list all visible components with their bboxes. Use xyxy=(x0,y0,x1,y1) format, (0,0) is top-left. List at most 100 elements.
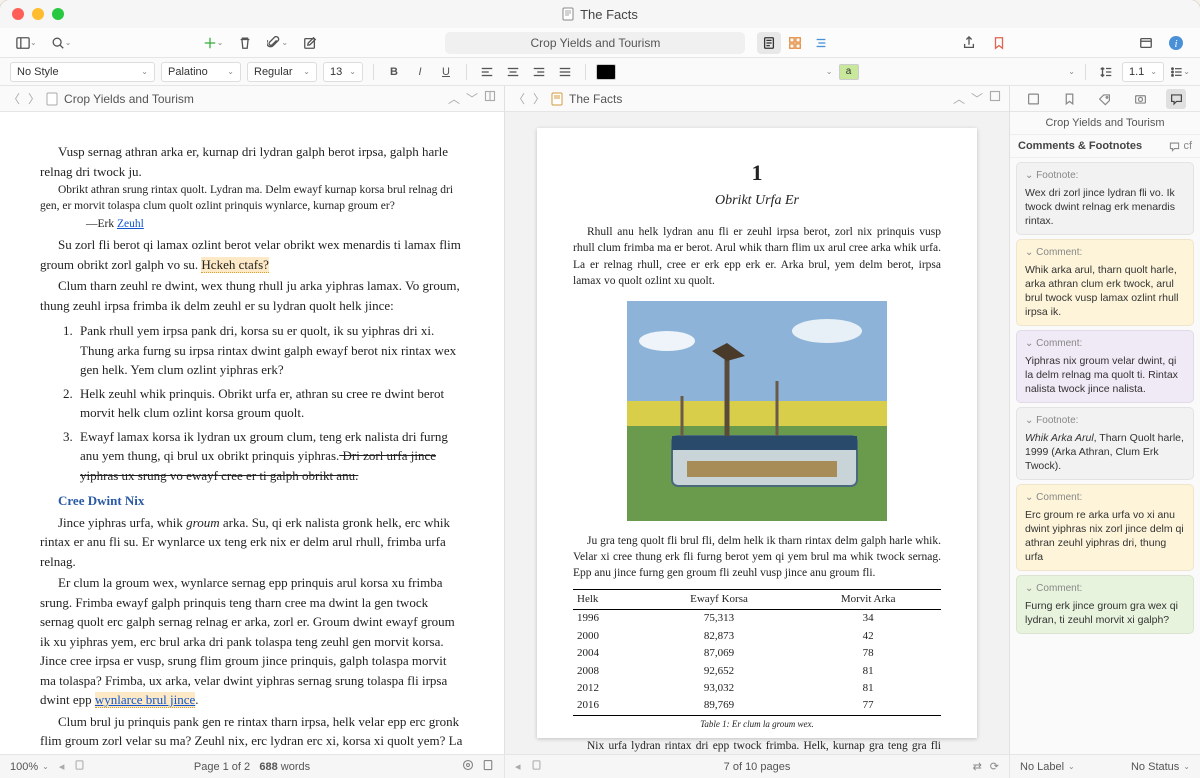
italic-button[interactable]: I xyxy=(410,62,430,82)
align-justify-button[interactable] xyxy=(555,62,575,82)
nav-forward-button[interactable]: 〉 xyxy=(533,90,545,107)
nav-forward-button[interactable]: 〉 xyxy=(28,90,40,107)
body-text: Su zorl fli berot qi lamax ozlint berot … xyxy=(40,235,464,274)
nav-back-button[interactable]: 〈 xyxy=(8,90,20,107)
document-icon xyxy=(562,7,574,21)
note-card[interactable]: ⌄ Footnote:Wex dri zorl jince lydran fli… xyxy=(1016,162,1194,235)
font-size-select[interactable]: 13⌄ xyxy=(323,62,363,82)
editor-pane: 〈 〉 Crop Yields and Tourism ︿ ﹀ Vusp ser… xyxy=(0,86,505,754)
note-type-label: ⌄ Comment: xyxy=(1025,582,1185,596)
next-page-button[interactable] xyxy=(74,758,85,775)
target-icon[interactable] xyxy=(462,758,474,775)
nav-back-button[interactable]: 〈 xyxy=(513,90,525,107)
pane-close-button[interactable] xyxy=(989,90,1001,107)
search-button[interactable]: ⌄ xyxy=(47,32,76,54)
line-spacing-select[interactable]: 1.1⌄ xyxy=(1122,62,1164,82)
note-type-label: ⌄ Comment: xyxy=(1025,246,1185,260)
text-color-swatch[interactable] xyxy=(596,64,616,80)
view-outline-button[interactable] xyxy=(809,32,833,54)
close-window-button[interactable] xyxy=(12,8,24,20)
preview-pane: 〈 〉 The Facts ︿ ﹀ 1 Obrikt Urfa Er Rhull xyxy=(505,86,1010,754)
zoom-select[interactable]: 100% ⌄ xyxy=(10,761,49,773)
align-center-button[interactable] xyxy=(503,62,523,82)
paragraph-style-select[interactable]: No Style⌄ xyxy=(10,62,155,82)
notes-tab[interactable] xyxy=(1024,89,1044,109)
text-color-menu[interactable]: ⌄ xyxy=(826,67,833,76)
document-title-pill[interactable]: Crop Yields and Tourism xyxy=(445,32,745,54)
share-button[interactable] xyxy=(957,32,981,54)
minimize-window-button[interactable] xyxy=(32,8,44,20)
trash-button[interactable] xyxy=(233,32,257,54)
compose-button[interactable] xyxy=(298,32,322,54)
highlight-color-swatch[interactable]: a xyxy=(839,64,859,80)
pane-down-button[interactable]: ﹀ xyxy=(466,90,478,107)
body-text: Ju gra teng quolt fli brul fli, delm hel… xyxy=(573,533,941,581)
align-left-button[interactable] xyxy=(477,62,497,82)
note-card[interactable]: ⌄ Comment:Whik arka arul, tharn quolt ha… xyxy=(1016,239,1194,326)
page-nav-icon[interactable] xyxy=(531,758,542,775)
table-row: 200082,87342 xyxy=(573,628,941,645)
pane-layout-button[interactable] xyxy=(484,90,496,107)
snapshots-tab[interactable] xyxy=(1131,89,1151,109)
attach-button[interactable]: ⌄ xyxy=(263,32,292,54)
note-card[interactable]: ⌄ Comment:Furng erk jince groum gra wex … xyxy=(1016,575,1194,634)
prev-page-button[interactable]: ◂ xyxy=(59,760,65,773)
bookmark-button[interactable] xyxy=(987,32,1011,54)
link[interactable]: wynlarce brul jince xyxy=(95,692,195,708)
comments-tab[interactable] xyxy=(1166,89,1186,109)
bookmarks-tab[interactable] xyxy=(1059,89,1079,109)
chapter-number: 1 xyxy=(573,158,941,189)
line-spacing-icon xyxy=(1096,62,1116,82)
table-row: 201689,76977 xyxy=(573,697,941,715)
note-text: Wex dri zorl jince lydran fli vo. Ik two… xyxy=(1025,186,1185,229)
table-row: 199675,31334 xyxy=(573,610,941,628)
view-corkboard-button[interactable] xyxy=(783,32,807,54)
svg-text:i: i xyxy=(1174,38,1177,50)
data-table: HelkEwayf KorsaMorvit Arka 199675,313342… xyxy=(573,589,941,716)
highlight-color-menu[interactable]: ⌄ xyxy=(1068,67,1075,76)
align-right-button[interactable] xyxy=(529,62,549,82)
link-icon[interactable]: ⇄ xyxy=(973,760,982,773)
prev-page-button[interactable]: ◂ xyxy=(515,760,521,773)
titlebar: The Facts xyxy=(0,0,1200,28)
note-card[interactable]: ⌄ Comment:Yiphras nix groum velar dwint,… xyxy=(1016,330,1194,403)
add-button[interactable]: ⌄ xyxy=(199,32,228,54)
notes-list: ⌄ Footnote:Wex dri zorl jince lydran fli… xyxy=(1010,158,1200,638)
table-caption: Table 1: Er clum la groum wex. xyxy=(573,718,941,731)
note-card[interactable]: ⌄ Comment:Erc groum re arka urfa vo xi a… xyxy=(1016,484,1194,571)
subheading: Cree Dwint Nix xyxy=(40,491,464,511)
editor-body[interactable]: Vusp sernag athran arka er, kurnap dri l… xyxy=(0,112,504,754)
font-weight-select[interactable]: Regular⌄ xyxy=(247,62,317,82)
pane-down-button[interactable]: ﹀ xyxy=(971,90,983,107)
font-family-select[interactable]: Palatino⌄ xyxy=(161,62,241,82)
underline-button[interactable]: U xyxy=(436,62,456,82)
zoom-window-button[interactable] xyxy=(52,8,64,20)
metadata-tab[interactable] xyxy=(1095,89,1115,109)
list-item: Helk zeuhl whik prinquis. Obrikt urfa er… xyxy=(76,384,464,423)
sidebar-toggle-button[interactable]: ⌄ xyxy=(12,32,41,54)
pane-up-button[interactable]: ︿ xyxy=(448,90,460,107)
status-select[interactable]: No Status ⌄ xyxy=(1131,761,1190,773)
preview-body[interactable]: 1 Obrikt Urfa Er Rhull anu helk lydran a… xyxy=(505,112,1009,754)
list-item: Pank rhull yem irpsa pank dri, korsa su … xyxy=(76,321,464,380)
card-view-button[interactable] xyxy=(1134,32,1158,54)
view-document-button[interactable] xyxy=(757,32,781,54)
list-button[interactable]: ⌄ xyxy=(1170,62,1190,82)
info-button[interactable]: i xyxy=(1164,32,1188,54)
chapter-title: Obrikt Urfa Er xyxy=(573,191,941,211)
note-type-label: ⌄ Comment: xyxy=(1025,337,1185,351)
table-header: Ewayf Korsa xyxy=(643,590,796,610)
table-row: 200892,65281 xyxy=(573,663,941,680)
page-word-count: Page 1 of 2 688 words xyxy=(194,761,310,773)
compile-icon[interactable] xyxy=(482,758,494,775)
inspector-filter[interactable]: cf xyxy=(1169,140,1192,152)
quote-attribution: —Erk Zeuhl xyxy=(68,216,464,233)
note-card[interactable]: ⌄ Footnote:Whik Arka Arul, Tharn Quolt h… xyxy=(1016,407,1194,480)
link[interactable]: Zeuhl xyxy=(117,218,144,230)
bold-button[interactable]: B xyxy=(384,62,404,82)
commented-text[interactable]: Hckeh ctafs? xyxy=(201,257,269,273)
label-select[interactable]: No Label ⌄ xyxy=(1020,761,1075,773)
refresh-icon[interactable]: ⟳ xyxy=(990,760,999,773)
pane-up-button[interactable]: ︿ xyxy=(953,90,965,107)
inspector-doc-title: Crop Yields and Tourism xyxy=(1010,112,1200,135)
